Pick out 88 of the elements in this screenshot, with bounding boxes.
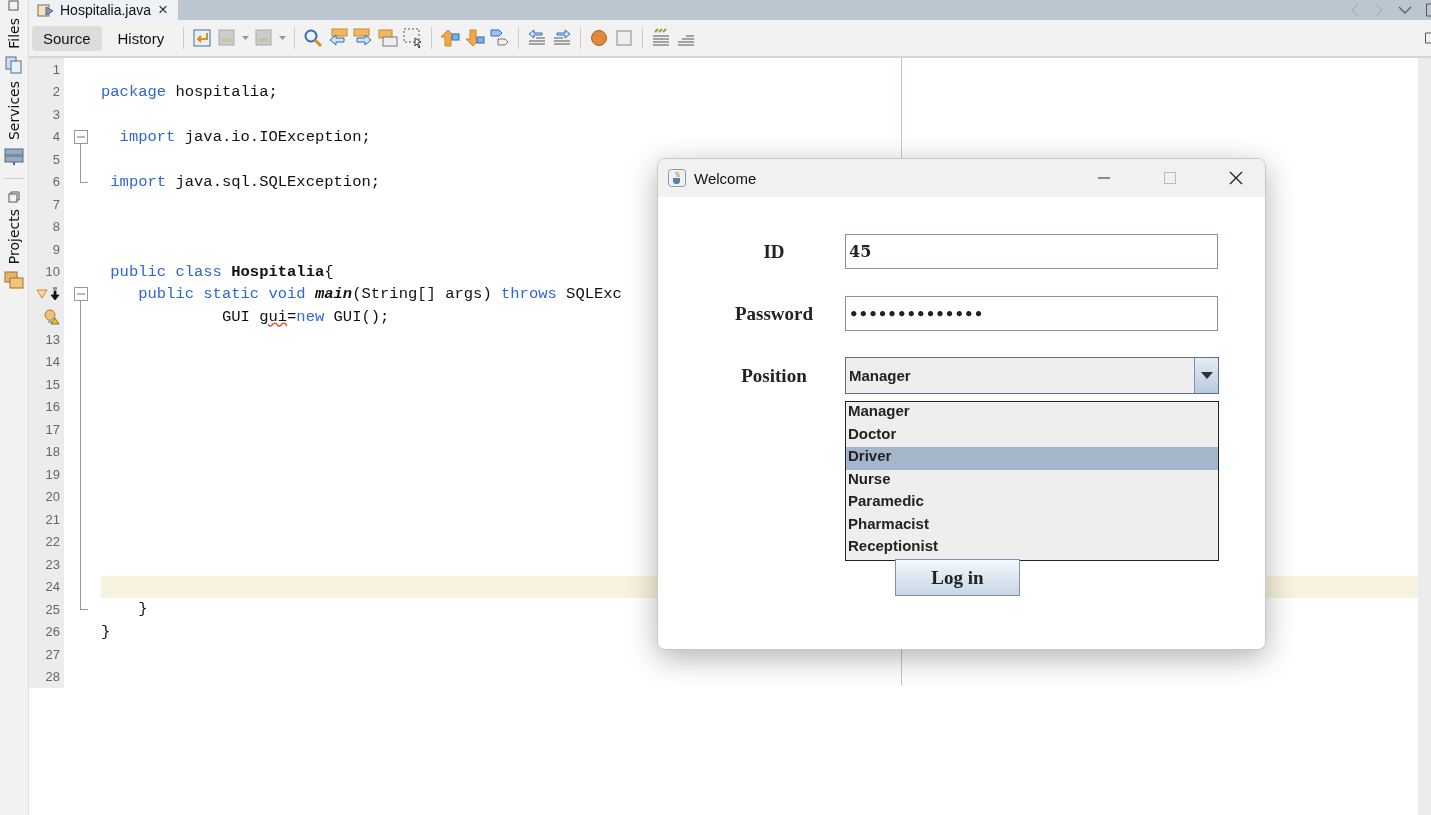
shift-right-icon[interactable] — [552, 28, 573, 48]
line-number: 6 — [52, 174, 60, 190]
field-label: Password — [733, 302, 815, 325]
dropdown-option[interactable]: Nurse — [846, 469, 1218, 492]
line-number: 5 — [52, 151, 60, 167]
field-label: ID — [762, 240, 786, 263]
id-field[interactable]: 45 — [845, 234, 1218, 269]
lightbulb-warning-icon[interactable] — [44, 308, 60, 325]
fold-toggle-icon[interactable] — [74, 287, 88, 301]
view-tab[interactable]: History — [106, 25, 176, 51]
dropdown-option[interactable]: Pharmacist — [846, 514, 1218, 537]
find-next-icon[interactable] — [353, 28, 374, 48]
line-number: 13 — [45, 331, 60, 347]
code-line: } — [137, 600, 148, 619]
find-previous-icon[interactable] — [328, 28, 349, 48]
line-number: 21 — [45, 511, 60, 527]
java-file-icon — [37, 2, 55, 18]
dropdown-option[interactable]: Driver — [846, 447, 1218, 470]
side-tab[interactable]: Services — [6, 78, 22, 142]
code-line: package hospitalia; — [101, 82, 278, 101]
view-tab[interactable]: Source — [32, 25, 102, 51]
window-icon[interactable] — [1425, 32, 1431, 44]
line-number: 19 — [45, 466, 60, 482]
dropdown-option[interactable]: Manager — [846, 402, 1218, 425]
fold-toggle-icon[interactable] — [74, 129, 88, 144]
line-number: 14 — [45, 354, 60, 370]
line-number: 7 — [52, 196, 60, 212]
field-label: Position — [740, 364, 808, 387]
line-number: 22 — [45, 534, 60, 550]
dropdown-option[interactable]: Doctor — [846, 424, 1218, 447]
line-number: 20 — [45, 489, 60, 505]
side-tab[interactable]: Files — [6, 16, 22, 51]
search-icon[interactable] — [303, 28, 324, 48]
line-number: 24 — [45, 579, 60, 595]
scrollbar[interactable] — [1418, 58, 1431, 815]
line-number: 15 — [45, 376, 60, 392]
dropdown-option[interactable]: Receptionist — [846, 537, 1218, 560]
side-tab[interactable]: Projects — [6, 206, 22, 266]
chevron-down-icon[interactable] — [1398, 5, 1412, 15]
line-number: 28 — [45, 669, 60, 685]
login-button[interactable]: Log in — [895, 559, 1020, 596]
code-line: import java.io.IOException; — [118, 127, 371, 146]
line-number: 23 — [45, 556, 60, 572]
line-number: 26 — [45, 624, 60, 640]
maximize-icon[interactable] — [1163, 171, 1177, 185]
code-line: public static void main(String[] args) throws SQLExc — [137, 285, 622, 304]
code-line: GUI gui=new GUI(); — [220, 307, 390, 326]
line-number: 18 — [45, 444, 60, 460]
window-icon[interactable] — [8, 0, 20, 12]
caret-icon — [1200, 372, 1213, 379]
server-icon[interactable] — [4, 145, 24, 166]
documents-icon[interactable] — [4, 54, 24, 75]
line-number: 8 — [52, 219, 60, 235]
up-arrow-icon[interactable] — [440, 28, 461, 48]
caret-icon[interactable] — [242, 36, 250, 40]
dialog-title: Welcome — [694, 169, 757, 187]
selection-icon[interactable] — [403, 28, 424, 48]
window-icon[interactable] — [1426, 3, 1431, 17]
line-number: 9 — [52, 241, 60, 257]
record-icon[interactable] — [589, 28, 610, 48]
close-button[interactable]: × — [156, 0, 170, 20]
folders-icon[interactable] — [4, 270, 24, 290]
line-number: 27 — [45, 646, 60, 662]
line-number: 1 — [52, 61, 60, 77]
password-field[interactable]: •••••••••••••• — [845, 296, 1218, 331]
dropdown-option[interactable]: Paramedic — [846, 492, 1218, 515]
code-line: } — [101, 622, 111, 641]
caret-icon[interactable] — [279, 36, 287, 40]
line-number: 16 — [45, 399, 60, 415]
bookmark-icon[interactable] — [490, 28, 511, 48]
comment-icon[interactable] — [651, 28, 672, 48]
stop-icon[interactable] — [614, 28, 635, 48]
close-icon[interactable] — [1229, 171, 1243, 185]
code-line: import java.sql.SQLException; — [109, 172, 381, 191]
file-tab[interactable]: Hospitalia.java × — [29, 0, 178, 20]
window-icon[interactable] — [8, 190, 20, 203]
line-number: 17 — [45, 421, 60, 437]
line-number: 10 — [45, 264, 60, 280]
line-number: 2 — [52, 84, 60, 100]
line-number: 3 — [52, 106, 60, 122]
java-cup-icon — [668, 169, 686, 187]
down-arrow-icon[interactable] — [50, 287, 60, 302]
file-name: Hospitalia.java — [60, 2, 152, 18]
position-dropdown[interactable]: Manager — [845, 357, 1219, 394]
line-number: 4 — [52, 129, 60, 145]
line-number: 25 — [45, 601, 60, 617]
shift-left-icon[interactable] — [527, 28, 548, 48]
code-line: public class Hospitalia{ — [109, 262, 334, 281]
